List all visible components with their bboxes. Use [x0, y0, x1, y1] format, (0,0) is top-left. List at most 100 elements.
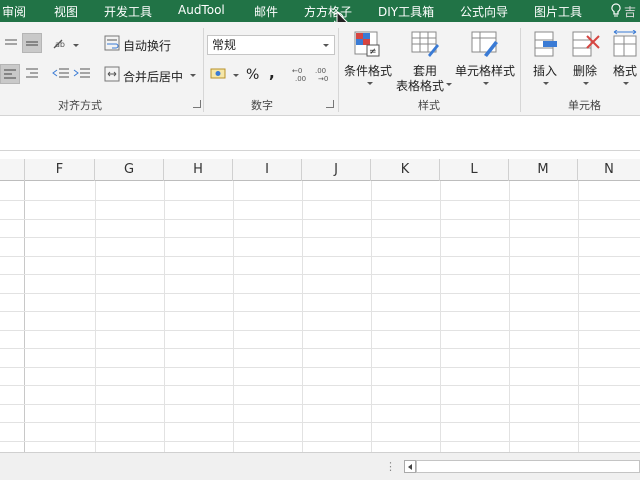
tab-developer[interactable]: 开发工具: [104, 3, 152, 20]
row-gridline: [0, 367, 640, 368]
row-gridline: [0, 404, 640, 405]
horizontal-scrollbar[interactable]: [416, 460, 640, 473]
column-header-h[interactable]: H: [164, 159, 233, 181]
tell-me-label: 吉: [624, 5, 637, 19]
number-group-label: 数字: [251, 99, 273, 112]
group-separator: [338, 28, 339, 112]
column-header-j[interactable]: J: [302, 159, 371, 181]
group-separator: [520, 28, 521, 112]
align-left-button[interactable]: [0, 64, 20, 84]
corner-cell[interactable]: [0, 159, 25, 181]
cell-styles-button[interactable]: 单元格样式: [455, 62, 515, 79]
tab-picture-tools[interactable]: 图片工具: [534, 3, 582, 20]
decrease-decimal-icon[interactable]: .00→0: [314, 66, 334, 82]
format-caret-icon[interactable]: [623, 82, 629, 85]
number-format-value: 常规: [212, 38, 237, 52]
formula-bar-area[interactable]: [0, 117, 640, 151]
align-right-icon[interactable]: [24, 66, 40, 82]
tab-mailings[interactable]: 邮件: [254, 3, 278, 20]
scroll-left-button[interactable]: [404, 460, 416, 473]
column-gridline: [440, 181, 441, 452]
format-as-table-caret-icon[interactable]: [446, 83, 452, 86]
accounting-caret-icon[interactable]: [233, 74, 239, 77]
row-gridline: [0, 385, 640, 386]
row-header-edge: [24, 181, 25, 452]
column-header-k[interactable]: K: [371, 159, 440, 181]
tab-view[interactable]: 视图: [54, 3, 78, 20]
svg-text:.00: .00: [315, 67, 326, 75]
column-gridline: [95, 181, 96, 452]
alignment-group-label: 对齐方式: [58, 99, 102, 112]
cell-styles-caret-icon[interactable]: [483, 82, 489, 85]
status-bar: ⋮: [0, 452, 640, 480]
wrap-text-button[interactable]: 自动换行: [123, 37, 171, 54]
column-gridline: [371, 181, 372, 452]
column-header-i[interactable]: I: [233, 159, 302, 181]
svg-text:→0: →0: [318, 75, 328, 82]
column-gridline: [302, 181, 303, 452]
percent-style-button[interactable]: %: [246, 67, 259, 83]
delete-caret-icon[interactable]: [583, 82, 589, 85]
insert-button[interactable]: 插入: [533, 62, 557, 79]
alignment-launcher-icon[interactable]: [193, 100, 201, 108]
column-gridline: [578, 181, 579, 452]
conditional-formatting-button[interactable]: 条件格式: [344, 62, 392, 79]
row-gridline: [0, 348, 640, 349]
insert-cells-icon: [534, 31, 557, 57]
format-as-table-icon: [411, 31, 439, 57]
accounting-format-icon[interactable]: [209, 66, 231, 82]
merge-center-caret-icon[interactable]: [190, 74, 196, 77]
row-gridline: [0, 237, 640, 238]
ribbon-tab-bar: 审阅 视图 开发工具 AudTool 邮件 方方格子 DIY工具箱 公式向导 图…: [0, 0, 640, 22]
wrap-text-icon: [104, 35, 120, 51]
conditional-formatting-icon: ≠: [354, 31, 380, 57]
row-gridline: [0, 293, 640, 294]
column-header-l[interactable]: L: [440, 159, 509, 181]
tab-diy-toolbox[interactable]: DIY工具箱: [378, 3, 434, 20]
format-button[interactable]: 格式: [613, 62, 637, 79]
svg-text:.00: .00: [295, 75, 306, 82]
split-handle-icon[interactable]: ⋮: [385, 460, 396, 473]
comma-style-button[interactable]: ,: [269, 64, 275, 82]
row-gridline: [0, 200, 640, 201]
number-format-caret-icon: [323, 44, 329, 47]
worksheet-grid[interactable]: F G H I J K L M N: [0, 152, 640, 452]
svg-text:≠: ≠: [369, 47, 377, 57]
number-launcher-icon[interactable]: [326, 100, 334, 108]
orientation-icon[interactable]: ab: [52, 36, 72, 52]
format-as-table-line2[interactable]: 表格格式: [396, 77, 444, 94]
column-gridline: [164, 181, 165, 452]
ribbon: ab 自动换行 合并后居中 对齐方式 常规 % , ←0.00 .00 →0 数字…: [0, 22, 640, 116]
group-separator: [203, 28, 204, 112]
align-top-icon[interactable]: [4, 38, 18, 50]
tab-formula-wizard[interactable]: 公式向导: [460, 3, 508, 20]
column-header-f[interactable]: F: [25, 159, 95, 181]
row-gridline: [0, 274, 640, 275]
delete-cells-icon: [572, 31, 600, 57]
tab-review[interactable]: 审阅: [2, 3, 26, 20]
conditional-formatting-caret-icon[interactable]: [367, 82, 373, 85]
align-middle-button[interactable]: [22, 33, 42, 53]
column-header-m[interactable]: M: [509, 159, 578, 181]
column-gridline: [233, 181, 234, 452]
row-gridline: [0, 219, 640, 220]
align-middle-icon: [26, 41, 38, 46]
orientation-caret-icon[interactable]: [73, 44, 79, 47]
delete-button[interactable]: 删除: [573, 62, 597, 79]
decrease-indent-icon[interactable]: [52, 66, 70, 82]
increase-decimal-icon[interactable]: ←0.00: [291, 66, 311, 82]
column-header-n[interactable]: N: [578, 159, 640, 181]
row-gridline: [0, 330, 640, 331]
row-gridline: [0, 422, 640, 423]
column-header-g[interactable]: G: [95, 159, 164, 181]
insert-caret-icon[interactable]: [543, 82, 549, 85]
styles-group-label: 样式: [418, 99, 440, 112]
cell-styles-icon: [471, 31, 498, 57]
align-left-icon: [4, 69, 16, 79]
increase-indent-icon[interactable]: [73, 66, 91, 82]
merge-center-button[interactable]: 合并后居中: [123, 68, 183, 85]
tell-me-icon[interactable]: 吉: [608, 3, 640, 21]
tab-audtool[interactable]: AudTool: [178, 3, 225, 17]
number-format-select[interactable]: 常规: [207, 35, 335, 55]
cells-group-label: 单元格: [568, 99, 601, 112]
